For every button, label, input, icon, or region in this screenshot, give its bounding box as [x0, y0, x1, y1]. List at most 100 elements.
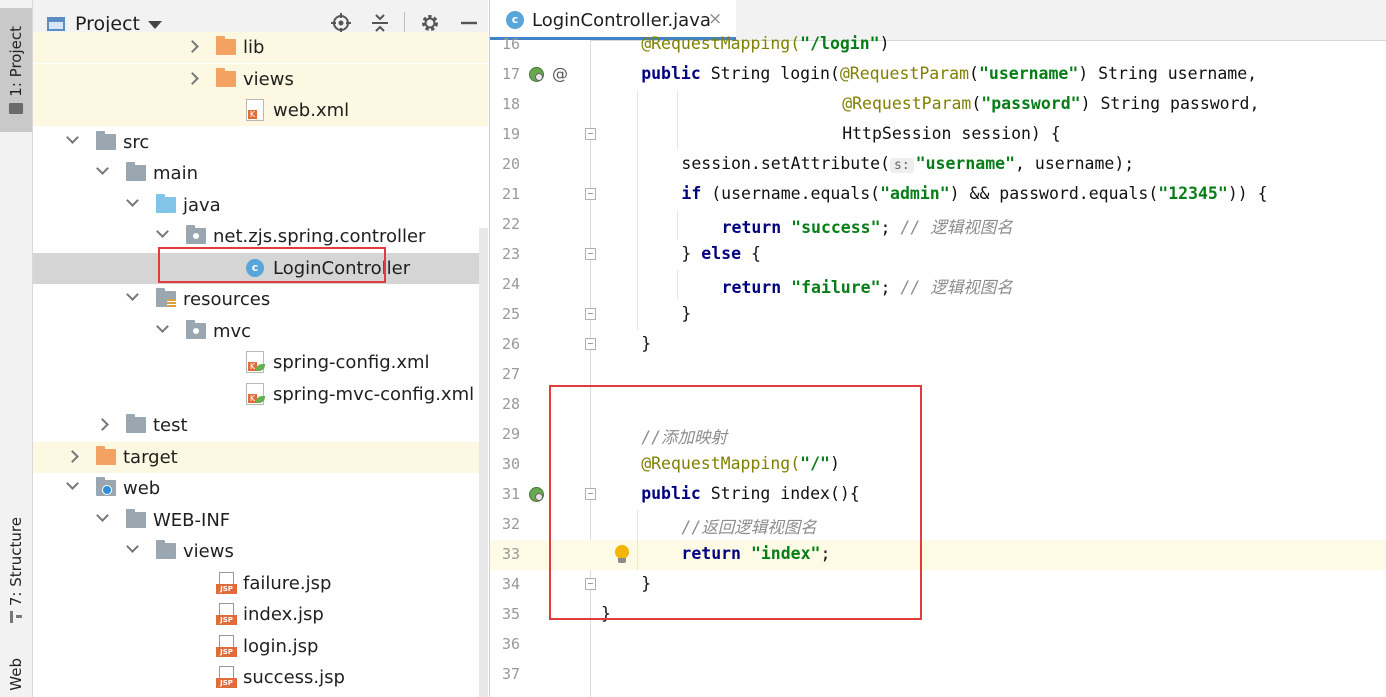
tree-item[interactable]: JSP failure.jsp — [33, 568, 488, 599]
code-line[interactable]: 25} — [490, 300, 1386, 330]
collapse-all-button[interactable] — [369, 12, 391, 34]
code-line[interactable]: 22 return "success"; // 逻辑视图名 — [490, 210, 1386, 240]
tree-item-label: main — [153, 163, 198, 184]
line-number: 27 — [501, 365, 520, 383]
code-line[interactable]: 16 @RequestMapping("/login") — [490, 30, 1386, 60]
folder-orange-icon — [216, 67, 236, 87]
tree-scrollbar[interactable] — [479, 228, 488, 697]
structure-tool-tab[interactable]: 7: Structure — [0, 510, 32, 630]
chevron-down-icon[interactable] — [126, 540, 139, 553]
chevron-down-icon[interactable] — [126, 193, 139, 207]
code-token: "username" — [978, 64, 1079, 83]
locate-target-button[interactable] — [330, 12, 352, 34]
tree-item[interactable]: JSP index.jsp — [33, 599, 488, 630]
chevron-down-icon[interactable] — [66, 130, 79, 144]
code-line[interactable]: 37 — [490, 660, 1386, 690]
tree-item-label: web — [123, 478, 161, 499]
bean-icon[interactable] — [529, 487, 544, 502]
tree-item[interactable]: mvc — [33, 316, 488, 347]
tree-item[interactable]: src — [33, 127, 488, 158]
web-tool-tab[interactable]: Web — [0, 652, 32, 697]
code-token: (username.equals( — [711, 184, 881, 203]
tree-item[interactable]: resources — [33, 284, 488, 315]
chevron-down-icon[interactable] — [156, 225, 169, 238]
code-token: return — [721, 218, 792, 237]
code-line[interactable]: 20 session.setAttribute(s: "username", use… — [490, 150, 1386, 180]
tree-item-label: spring-mvc-config.xml — [273, 383, 475, 405]
code-line[interactable]: 24 return "failure"; // 逻辑视图名 — [490, 270, 1386, 300]
tree-item[interactable]: Kweb.xml — [33, 95, 488, 126]
close-icon[interactable]: × — [708, 9, 722, 29]
line-number: 37 — [501, 665, 520, 683]
override-at-icon[interactable]: @ — [552, 64, 568, 83]
bean-icon[interactable] — [529, 67, 544, 82]
code-text: public String login(@RequestParam("usern… — [641, 64, 1257, 83]
chevron-down-icon[interactable] — [66, 477, 79, 490]
package-icon — [186, 319, 206, 339]
fold-marker-icon[interactable] — [585, 248, 596, 260]
code-line[interactable]: 23} else { — [490, 240, 1386, 270]
tree-item[interactable]: java — [33, 190, 488, 221]
tree-item[interactable]: web — [33, 473, 488, 504]
fold-marker-icon[interactable] — [585, 128, 596, 140]
tree-item-label: index.jsp — [243, 604, 324, 625]
project-tool-tab-label: 1: Project — [7, 26, 25, 97]
code-token: , username); — [1015, 154, 1135, 173]
code-token: HttpSession session) { — [842, 124, 1061, 143]
chevron-right-icon[interactable] — [186, 71, 199, 85]
line-number: 35 — [501, 605, 520, 623]
code-text: } — [681, 304, 691, 323]
tree-item[interactable]: views — [33, 63, 488, 95]
class-icon: c — [506, 11, 524, 29]
tree-item-label: login.jsp — [243, 635, 319, 657]
project-tool-tab[interactable]: 1: Project — [0, 8, 32, 132]
code-token: @RequestParam — [839, 64, 970, 83]
tree-item[interactable]: Kspring-mvc-config.xml — [33, 379, 488, 410]
tree-item[interactable]: JSP success.jsp — [33, 662, 488, 693]
code-token: } — [641, 334, 652, 353]
code-token: ( — [969, 64, 979, 83]
chevron-down-icon[interactable] — [96, 162, 109, 175]
chevron-down-icon[interactable] — [96, 508, 109, 522]
fold-marker-icon[interactable] — [585, 188, 596, 200]
minimize-button[interactable] — [458, 12, 480, 34]
chevron-right-icon[interactable] — [186, 40, 199, 53]
tree-item-label: resources — [183, 289, 271, 310]
chevron-down-icon[interactable] — [126, 288, 139, 301]
tree-item[interactable]: main — [33, 158, 488, 189]
indent-guide — [637, 180, 639, 210]
indent-guide — [677, 90, 679, 120]
structure-icon — [9, 610, 23, 623]
chevron-down-icon[interactable] — [156, 319, 169, 333]
indent-guide — [637, 300, 639, 330]
tree-item[interactable]: JSP login.jsp — [33, 631, 488, 662]
chevron-right-icon[interactable] — [96, 418, 109, 431]
resources-folder-icon — [156, 288, 176, 308]
tree-item[interactable]: Kspring-config.xml — [33, 347, 488, 378]
code-line[interactable]: 26} — [490, 330, 1386, 360]
tree-item[interactable]: views — [33, 536, 488, 567]
code-line[interactable]: 19 HttpSession session) { — [490, 120, 1386, 150]
code-line[interactable]: 18 @RequestParam("password") String passw… — [490, 90, 1386, 120]
tree-item-label: target — [123, 446, 178, 468]
fold-marker-icon[interactable] — [585, 308, 596, 320]
tree-item[interactable]: lib — [33, 32, 488, 63]
tree-item[interactable]: target — [33, 441, 488, 473]
collapse-all-icon — [372, 14, 388, 32]
tree-item[interactable]: test — [33, 410, 488, 441]
settings-button[interactable] — [419, 12, 441, 34]
line-number: 31 — [501, 485, 520, 503]
spring-xml-icon: K — [246, 382, 265, 405]
chevron-down-icon[interactable] — [148, 21, 162, 29]
tool-window-strip: 1: Project 7: Structure Web — [0, 0, 33, 697]
tree-item[interactable]: WEB-INF — [33, 505, 488, 536]
tree-item-label: failure.jsp — [243, 572, 332, 594]
chevron-right-icon[interactable] — [66, 449, 79, 463]
code-line[interactable]: 36 — [490, 630, 1386, 660]
code-line[interactable]: 21 if (username.equals("admin") && passwo… — [490, 180, 1386, 210]
code-token: ; — [880, 278, 901, 297]
fold-marker-icon[interactable] — [585, 338, 596, 350]
package-icon — [186, 225, 206, 244]
code-area[interactable]: 16 @RequestMapping("/login") 17 @ public Str… — [490, 34, 1386, 697]
code-line[interactable]: 17 @ public String login(@RequestParam("us… — [490, 60, 1386, 90]
